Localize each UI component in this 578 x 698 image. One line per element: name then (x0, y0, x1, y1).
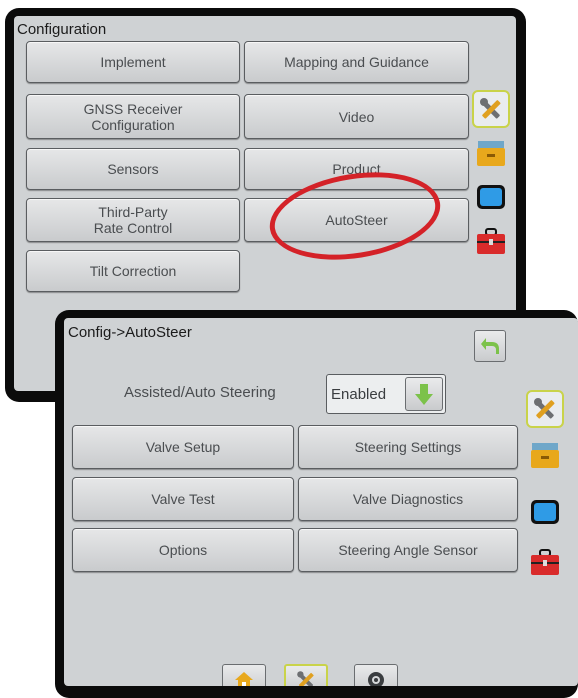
display-icon (477, 185, 505, 209)
side-tab-toolbox[interactable] (526, 543, 564, 581)
storage-box-icon (531, 443, 559, 468)
third-party-rate-control-button[interactable]: Third-Party Rate Control (26, 198, 240, 242)
side-tab-storage[interactable] (472, 134, 510, 172)
toolbox-icon (531, 549, 559, 575)
toolbox-icon (477, 228, 505, 254)
bottom-tab-home[interactable] (222, 664, 266, 686)
video-button[interactable]: Video (244, 94, 469, 139)
autosteer-screen: Config->AutoSteer Assisted/Auto Steering… (64, 318, 578, 686)
autosteer-button[interactable]: AutoSteer (244, 198, 469, 242)
camera-icon (368, 672, 384, 686)
steering-settings-button[interactable]: Steering Settings (298, 425, 518, 469)
valve-setup-button[interactable]: Valve Setup (72, 425, 294, 469)
side-tab-display[interactable] (472, 178, 510, 216)
dropdown-button[interactable] (405, 377, 443, 411)
assisted-steering-value-text: Enabled (331, 386, 387, 403)
steering-angle-sensor-button[interactable]: Steering Angle Sensor (298, 528, 518, 572)
options-button[interactable]: Options (72, 528, 294, 572)
tools-icon (480, 98, 501, 119)
arrow-down-icon (415, 384, 433, 405)
configuration-title: Configuration (17, 21, 107, 38)
side-tab-tools[interactable] (526, 390, 564, 428)
product-button[interactable]: Product (244, 148, 469, 190)
implement-button[interactable]: Implement (26, 41, 240, 83)
back-arrow-icon (481, 338, 499, 354)
mapping-guidance-button[interactable]: Mapping and Guidance (244, 41, 469, 83)
tools-icon (534, 398, 555, 419)
sensors-button[interactable]: Sensors (26, 148, 240, 190)
side-tab-tools[interactable] (472, 90, 510, 128)
storage-box-icon (477, 141, 505, 166)
autosteer-title: Config->AutoSteer (68, 324, 192, 341)
assisted-steering-label: Assisted/Auto Steering (124, 384, 276, 401)
gnss-receiver-button[interactable]: GNSS Receiver Configuration (26, 94, 240, 139)
bottom-tab-tools[interactable] (284, 664, 328, 686)
home-icon (235, 672, 253, 686)
tools-icon (297, 671, 314, 686)
valve-diagnostics-button[interactable]: Valve Diagnostics (298, 477, 518, 521)
assisted-steering-value[interactable]: Enabled (326, 374, 446, 414)
display-icon (531, 500, 559, 524)
tilt-correction-button[interactable]: Tilt Correction (26, 250, 240, 292)
back-button[interactable] (474, 330, 506, 362)
valve-test-button[interactable]: Valve Test (72, 477, 294, 521)
side-tab-display[interactable] (526, 493, 564, 531)
side-tab-storage[interactable] (526, 436, 564, 474)
bottom-tab-camera[interactable] (354, 664, 398, 686)
side-tab-toolbox[interactable] (472, 222, 510, 260)
